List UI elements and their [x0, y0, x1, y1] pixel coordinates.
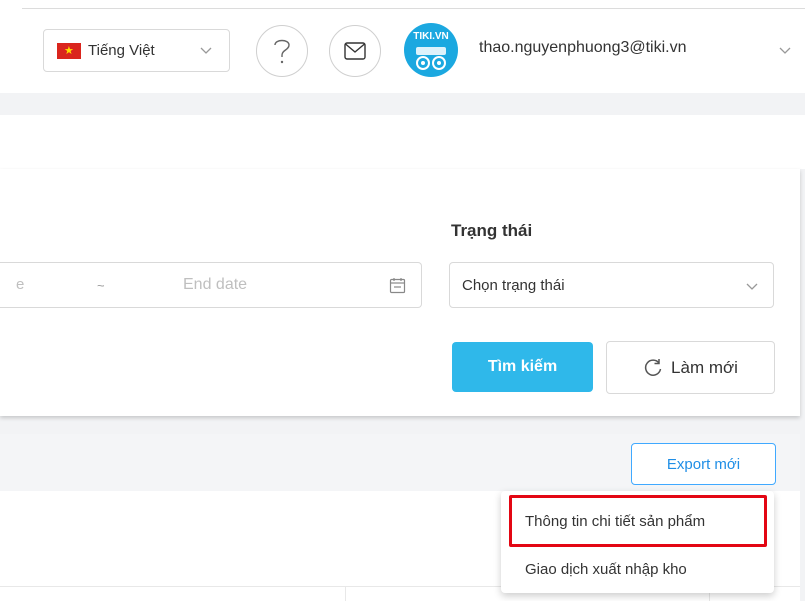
search-button[interactable]: Tìm kiếm: [452, 342, 593, 392]
date-separator: ~: [97, 278, 105, 293]
user-avatar[interactable]: TIKI.VN: [404, 23, 458, 77]
page-title-bar: [0, 115, 805, 169]
reset-button[interactable]: Làm mới: [606, 341, 775, 394]
help-button[interactable]: [256, 25, 308, 77]
status-placeholder: Chọn trạng thái: [462, 277, 565, 294]
mail-button[interactable]: [329, 25, 381, 77]
chevron-down-icon[interactable]: [778, 43, 792, 57]
vietnam-flag-icon: ★: [57, 42, 81, 59]
avatar-logo-text: TIKI.VN: [413, 31, 449, 42]
export-menu-item-stock-transactions[interactable]: Giao dịch xuất nhập kho: [501, 547, 774, 591]
refresh-icon: [644, 358, 662, 376]
envelope-icon: [344, 42, 366, 60]
status-label: Trạng thái: [451, 221, 533, 240]
chevron-down-icon: [746, 283, 758, 290]
reset-button-label: Làm mới: [671, 357, 738, 377]
user-email[interactable]: thao.nguyenphuong3@tiki.vn: [479, 39, 687, 57]
end-date-placeholder[interactable]: End date: [183, 276, 247, 294]
language-select[interactable]: ★ Tiếng Việt: [43, 29, 230, 72]
table-column-divider: [345, 586, 346, 601]
language-label: Tiếng Việt: [88, 42, 155, 59]
date-range-picker[interactable]: e ~ End date: [0, 262, 422, 308]
top-header: ★ Tiếng Việt TIKI.VN thao.nguyenphuong3@…: [0, 0, 805, 93]
header-divider: [22, 8, 805, 9]
calendar-icon: [389, 278, 406, 294]
export-new-button[interactable]: Export mới: [631, 443, 776, 485]
filter-panel: e ~ End date Trạng thái Chọn trạng thái …: [0, 169, 800, 416]
chevron-down-icon: [200, 47, 212, 54]
highlight-box: [509, 495, 767, 547]
status-select[interactable]: Chọn trạng thái: [449, 262, 774, 308]
start-date-placeholder[interactable]: e: [16, 276, 24, 293]
question-mark-icon: [274, 39, 290, 64]
